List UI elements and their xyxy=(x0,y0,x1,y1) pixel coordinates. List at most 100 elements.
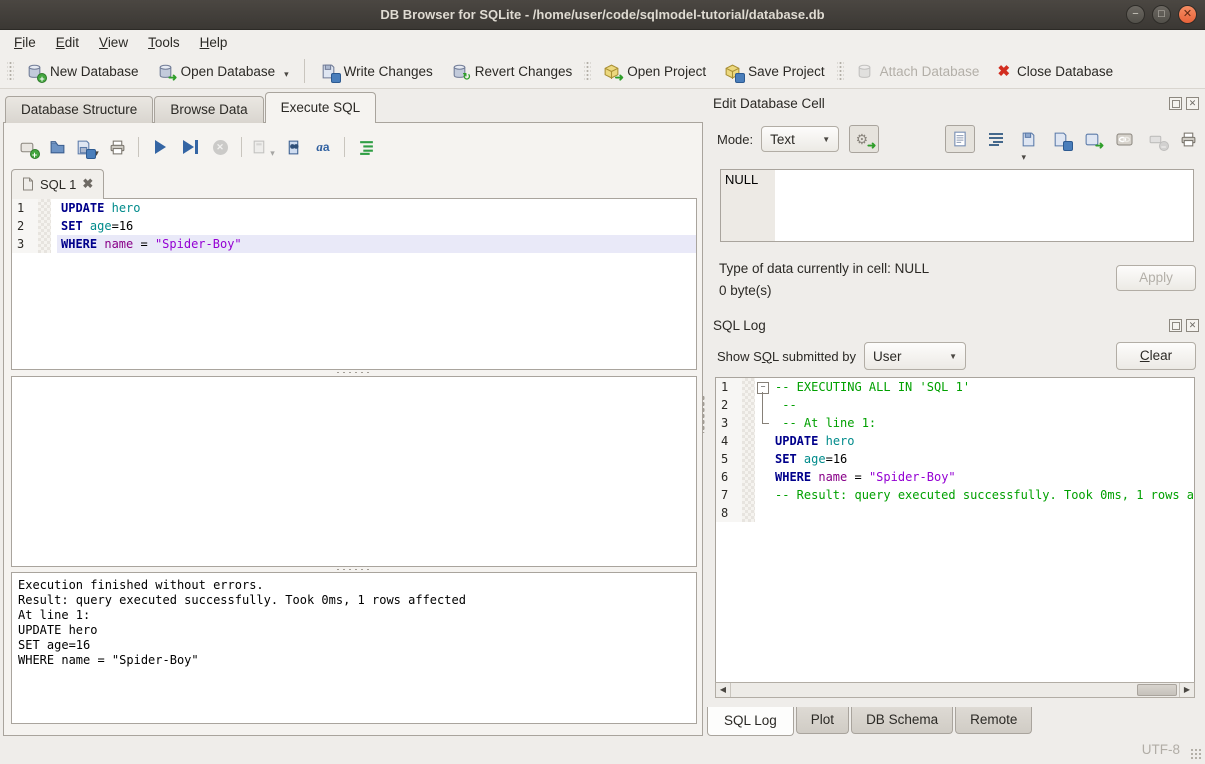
sql-log-header: SQL Log ✕ xyxy=(713,315,1199,335)
wrap-lines-icon[interactable] xyxy=(353,135,379,159)
close-button[interactable]: ✕ xyxy=(1178,5,1197,24)
edit-cell-title: Edit Database Cell xyxy=(713,96,1169,111)
code-line[interactable]: 7-- Result: query executed successfully.… xyxy=(716,486,1194,504)
menu-bar: File Edit View Tools Help xyxy=(0,30,1205,54)
revert-changes-button[interactable]: ↻ Revert Changes xyxy=(442,58,582,85)
dock-tab-remote[interactable]: Remote xyxy=(955,707,1032,734)
print-icon[interactable] xyxy=(104,135,130,159)
menu-tools[interactable]: Tools xyxy=(138,32,190,53)
minimize-button[interactable]: − xyxy=(1126,5,1145,24)
execute-current-line-icon[interactable] xyxy=(177,135,203,159)
tab-database-structure[interactable]: Database Structure xyxy=(5,96,153,123)
open-sql-file-icon[interactable] xyxy=(44,135,70,159)
dock-tab-plot[interactable]: Plot xyxy=(796,707,849,734)
cell-value-editor[interactable]: NULL xyxy=(720,169,1194,242)
tab-execute-sql[interactable]: Execute SQL xyxy=(265,92,377,123)
code-line[interactable]: 1UPDATE hero xyxy=(12,199,696,217)
scroll-right-icon[interactable]: ▶ xyxy=(1179,683,1194,697)
cell-mode-row: Mode: Text▼ ⚙➜ ▾ xyxy=(717,125,1199,153)
main-tab-bar: Database Structure Browse Data Execute S… xyxy=(5,94,377,123)
app-window: DB Browser for SQLite - /home/user/code/… xyxy=(0,0,1205,764)
toolbar-drag-handle[interactable] xyxy=(837,60,844,82)
dock-tab-db-schema[interactable]: DB Schema xyxy=(851,707,953,734)
auto-complete-icon[interactable]: aa xyxy=(310,135,336,159)
sql-log-title: SQL Log xyxy=(713,318,1169,333)
link-icon[interactable] xyxy=(1113,128,1135,150)
auto-apply-icon[interactable]: ⚙➜ xyxy=(849,125,879,153)
code-line[interactable]: 6WHERE name = "Spider-Boy" xyxy=(716,468,1194,486)
code-line[interactable]: 5SET age=16 xyxy=(716,450,1194,468)
close-panel-icon[interactable]: ✕ xyxy=(1186,319,1199,332)
code-line[interactable]: 3WHERE name = "Spider-Boy" xyxy=(12,235,696,253)
code-line[interactable]: 4UPDATE hero xyxy=(716,432,1194,450)
dock-tab-sql-log[interactable]: SQL Log xyxy=(707,707,794,736)
scroll-left-icon[interactable]: ◀ xyxy=(716,683,731,697)
new-database-button[interactable]: + New Database xyxy=(17,58,148,85)
open-tab-icon[interactable]: + xyxy=(14,135,40,159)
close-sql-tab-icon[interactable]: ✖ xyxy=(82,176,93,192)
attach-database-icon xyxy=(856,63,873,80)
scrollbar-thumb[interactable] xyxy=(1137,684,1177,696)
code-line[interactable]: 2SET age=16 xyxy=(12,217,696,235)
float-panel-icon[interactable] xyxy=(1169,97,1182,110)
word-wrap-icon[interactable] xyxy=(985,128,1007,150)
write-changes-button[interactable]: Write Changes xyxy=(311,58,442,85)
cell-value-text: NULL xyxy=(721,170,775,241)
sql-log-view[interactable]: 1-- EXECUTING ALL IN 'SQL 1'2 --3 -- At … xyxy=(715,377,1195,682)
dock-tab-bar: SQL Log Plot DB Schema Remote xyxy=(707,707,1034,736)
save-sql-file-icon[interactable]: ▾ xyxy=(74,135,100,159)
panel-splitter[interactable] xyxy=(700,90,707,737)
open-database-dropdown-caret[interactable]: ▾ xyxy=(284,69,289,80)
code-line[interactable]: 2 -- xyxy=(716,396,1194,414)
status-bar: UTF-8 xyxy=(0,737,1205,764)
clear-button[interactable]: Clear xyxy=(1116,342,1196,370)
title-bar[interactable]: DB Browser for SQLite - /home/user/code/… xyxy=(0,0,1205,30)
code-line[interactable]: 1-- EXECUTING ALL IN 'SQL 1' xyxy=(716,378,1194,396)
menu-help[interactable]: Help xyxy=(190,32,238,53)
menu-edit[interactable]: Edit xyxy=(46,32,89,53)
menu-view[interactable]: View xyxy=(89,32,138,53)
left-panel: Database Structure Browse Data Execute S… xyxy=(0,90,706,737)
apply-button: Apply xyxy=(1116,265,1196,291)
submitted-by-dropdown[interactable]: User▼ xyxy=(864,342,966,370)
sql-file-icon xyxy=(22,177,34,191)
menu-file[interactable]: File xyxy=(4,32,46,53)
sql-tab-bar: SQL 1 ✖ xyxy=(11,170,104,199)
sql-1-tab[interactable]: SQL 1 ✖ xyxy=(11,169,104,199)
maximize-button[interactable]: □ xyxy=(1152,5,1171,24)
sql-log-filter-row: Show SQL submitted by User▼ Clear xyxy=(717,342,1196,370)
window-title: DB Browser for SQLite - /home/user/code/… xyxy=(380,7,824,22)
sql-toolbar: + ▾ ✕ ▾ xyxy=(14,133,379,161)
save-as-icon[interactable] xyxy=(1049,128,1071,150)
close-database-icon: ✖ xyxy=(997,62,1010,80)
code-line[interactable]: 3 -- At line 1: xyxy=(716,414,1194,432)
results-pane[interactable] xyxy=(11,376,697,567)
right-dock: Edit Database Cell ✕ Mode: Text▼ ⚙➜ xyxy=(707,90,1205,737)
execution-message-pane[interactable]: Execution finished without errors. Resul… xyxy=(11,572,697,724)
code-line[interactable]: 8 xyxy=(716,504,1194,522)
execute-all-icon[interactable] xyxy=(147,135,173,159)
mode-dropdown[interactable]: Text▼ xyxy=(761,126,839,152)
save-project-button[interactable]: Save Project xyxy=(715,58,834,85)
export-icon[interactable]: ➜ xyxy=(1081,128,1103,150)
set-null-icon: − xyxy=(1145,128,1167,150)
filter-label: Show SQL submitted by xyxy=(717,349,856,364)
open-project-button[interactable]: ➜ Open Project xyxy=(594,58,715,85)
toolbar-drag-handle[interactable] xyxy=(7,60,14,82)
close-database-button[interactable]: ✖ Close Database xyxy=(988,57,1122,85)
import-icon[interactable]: ▾ xyxy=(1017,128,1039,150)
find-icon[interactable] xyxy=(280,135,306,159)
revert-changes-icon: ↻ xyxy=(451,63,468,80)
resize-grip-icon[interactable] xyxy=(1190,748,1202,760)
tab-browse-data[interactable]: Browse Data xyxy=(154,96,263,123)
horizontal-scrollbar[interactable]: ◀ ▶ xyxy=(715,682,1195,698)
print-cell-icon[interactable] xyxy=(1177,128,1199,150)
float-panel-icon[interactable] xyxy=(1169,319,1182,332)
splitter-handle[interactable] xyxy=(4,369,704,375)
open-database-icon: ➜ xyxy=(157,63,174,80)
open-database-button[interactable]: ➜ Open Database ▾ xyxy=(148,58,298,85)
sql-editor[interactable]: 1UPDATE hero2SET age=163WHERE name = "Sp… xyxy=(11,198,697,370)
close-panel-icon[interactable]: ✕ xyxy=(1186,97,1199,110)
text-mode-icon[interactable] xyxy=(945,125,975,153)
toolbar-drag-handle[interactable] xyxy=(584,60,591,82)
